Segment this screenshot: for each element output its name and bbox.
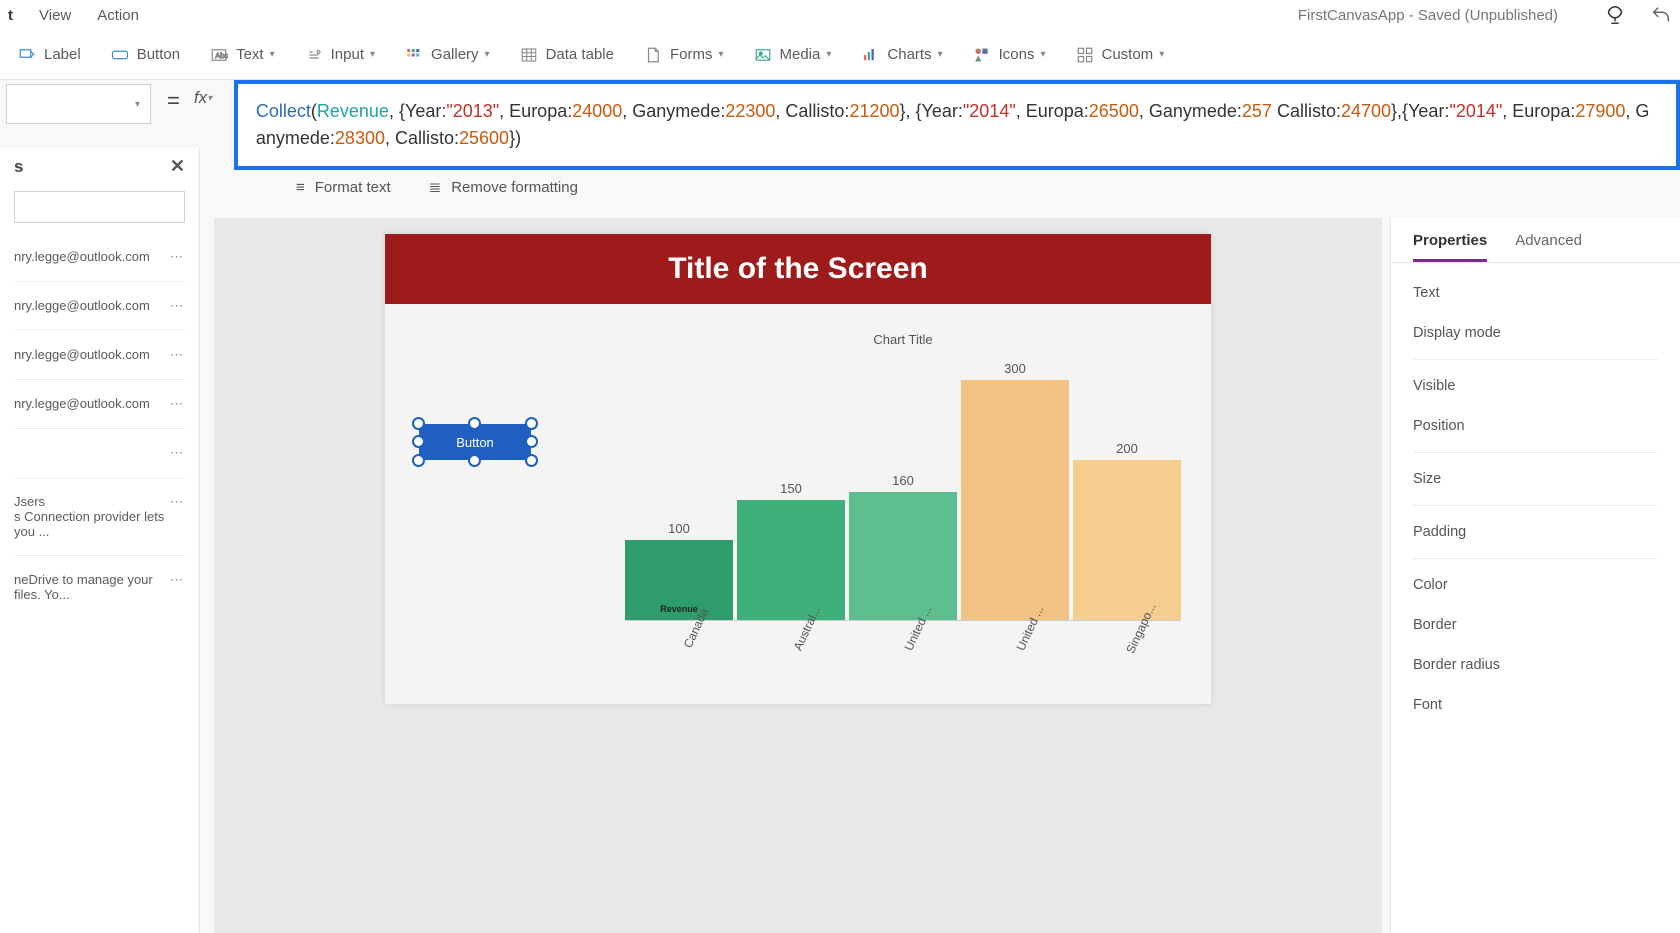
menu-item-action[interactable]: Action bbox=[97, 7, 139, 24]
properties-panel: Properties Advanced TextDisplay mode Visi… bbox=[1390, 218, 1680, 933]
menu-item[interactable]: t bbox=[8, 7, 13, 24]
property-row[interactable]: Display mode bbox=[1413, 313, 1658, 353]
screen-title: Title of the Screen bbox=[385, 234, 1211, 304]
svg-text:Abc: Abc bbox=[215, 51, 228, 60]
button-text: Button bbox=[456, 435, 494, 450]
data-source-item[interactable]: nry.legge@outlook.com⋯ bbox=[14, 281, 185, 330]
resize-handle[interactable] bbox=[412, 435, 425, 448]
menu-item-view[interactable]: View bbox=[39, 7, 71, 24]
resize-handle[interactable] bbox=[525, 454, 538, 467]
canvas-button-control[interactable]: Button bbox=[419, 424, 531, 460]
resize-handle[interactable] bbox=[412, 454, 425, 467]
ribbon-input[interactable]: Input▾ bbox=[305, 46, 375, 64]
ribbon-icons[interactable]: Icons▾ bbox=[973, 46, 1046, 64]
item-menu-icon[interactable]: ⋯ bbox=[170, 494, 185, 510]
panel-search[interactable] bbox=[14, 191, 185, 223]
bar-value-label: 300 bbox=[1004, 361, 1026, 376]
app-title: FirstCanvasApp - Saved (Unpublished) bbox=[1298, 7, 1558, 24]
ribbon-text[interactable]: AbcText▾ bbox=[210, 46, 275, 64]
panel-title: s bbox=[14, 157, 23, 177]
ribbon-gallery[interactable]: Gallery▾ bbox=[405, 46, 490, 64]
chart-bar[interactable]: 160 bbox=[849, 473, 957, 620]
ribbon-button[interactable]: Button bbox=[111, 46, 180, 64]
resize-handle[interactable] bbox=[525, 417, 538, 430]
property-row[interactable]: Text bbox=[1413, 273, 1658, 313]
ribbon-label[interactable]: Label bbox=[18, 46, 81, 64]
app-screen[interactable]: Title of the Screen Button Chart Title 1… bbox=[385, 234, 1211, 704]
formula-input[interactable]: Collect(Revenue, {Year:"2013", Europa:24… bbox=[234, 80, 1680, 170]
fx-label[interactable]: fx▾ bbox=[190, 80, 234, 116]
item-menu-icon[interactable]: ⋯ bbox=[170, 396, 185, 412]
property-row[interactable]: Border radius bbox=[1413, 645, 1658, 685]
property-row[interactable]: Color bbox=[1413, 565, 1658, 605]
property-row[interactable]: Visible bbox=[1413, 366, 1658, 406]
property-row[interactable]: Size bbox=[1413, 459, 1658, 499]
resize-handle[interactable] bbox=[412, 417, 425, 430]
data-source-item[interactable]: Jsers s Connection provider lets you ...… bbox=[14, 477, 185, 555]
format-row: ≡Format text ≣Remove formatting bbox=[0, 170, 1680, 204]
chart-title: Chart Title bbox=[625, 332, 1181, 347]
resize-handle[interactable] bbox=[525, 435, 538, 448]
data-source-item[interactable]: ⋯ bbox=[14, 428, 185, 477]
preview-icon[interactable] bbox=[1604, 4, 1626, 26]
data-sources-panel: s ✕ nry.legge@outlook.com⋯nry.legge@outl… bbox=[0, 148, 200, 933]
item-menu-icon[interactable]: ⋯ bbox=[170, 347, 185, 363]
property-row[interactable]: Position bbox=[1413, 406, 1658, 446]
resize-handle[interactable] bbox=[468, 454, 481, 467]
bar-value-label: 100 bbox=[668, 521, 690, 536]
bar-value-label: 200 bbox=[1116, 441, 1138, 456]
bar-value-label: 160 bbox=[892, 473, 914, 488]
close-icon[interactable]: ✕ bbox=[170, 156, 185, 177]
data-source-item[interactable]: nry.legge@outlook.com⋯ bbox=[14, 379, 185, 428]
remove-formatting-button[interactable]: ≣Remove formatting bbox=[429, 178, 578, 196]
item-menu-icon[interactable]: ⋯ bbox=[170, 249, 185, 265]
chart-bar[interactable]: 150 bbox=[737, 481, 845, 620]
data-source-item[interactable]: nry.legge@outlook.com⋯ bbox=[14, 233, 185, 281]
formula-bar: ▾ = fx▾ Collect(Revenue, {Year:"2013", E… bbox=[0, 80, 1680, 170]
chart-bar[interactable]: 100Revenue bbox=[625, 521, 733, 620]
insert-ribbon: Label Button AbcText▾ Input▾ Gallery▾ Da… bbox=[0, 30, 1680, 80]
property-row[interactable]: Font bbox=[1413, 685, 1658, 725]
data-source-item[interactable]: nry.legge@outlook.com⋯ bbox=[14, 330, 185, 379]
data-source-item[interactable]: neDrive to manage your files. Yo...⋯ bbox=[14, 555, 185, 618]
tab-advanced[interactable]: Advanced bbox=[1515, 232, 1582, 262]
item-menu-icon[interactable]: ⋯ bbox=[170, 445, 185, 461]
format-icon: ≡ bbox=[296, 179, 305, 196]
ribbon-media[interactable]: Media▾ bbox=[754, 46, 832, 64]
ribbon-charts[interactable]: Charts▾ bbox=[861, 46, 942, 64]
column-chart[interactable]: Chart Title 100Revenue150160300200 Canad… bbox=[625, 332, 1181, 694]
property-row[interactable]: Border bbox=[1413, 605, 1658, 645]
undo-icon[interactable] bbox=[1650, 4, 1672, 26]
remove-format-icon: ≣ bbox=[429, 178, 442, 196]
bar-value-label: 150 bbox=[780, 481, 802, 496]
equals-sign: = bbox=[157, 80, 190, 122]
resize-handle[interactable] bbox=[468, 417, 481, 430]
item-menu-icon[interactable]: ⋯ bbox=[170, 572, 185, 588]
menu-bar: t View Action FirstCanvasApp - Saved (Un… bbox=[0, 0, 1680, 30]
ribbon-forms[interactable]: Forms▾ bbox=[644, 46, 724, 64]
canvas[interactable]: Title of the Screen Button Chart Title 1… bbox=[214, 218, 1382, 933]
property-row[interactable]: Padding bbox=[1413, 512, 1658, 552]
tab-properties[interactable]: Properties bbox=[1413, 232, 1487, 262]
ribbon-custom[interactable]: Custom▾ bbox=[1076, 46, 1165, 64]
format-text-button[interactable]: ≡Format text bbox=[296, 178, 391, 196]
property-selector[interactable]: ▾ bbox=[6, 84, 151, 124]
ribbon-datatable[interactable]: Data table bbox=[520, 46, 614, 64]
item-menu-icon[interactable]: ⋯ bbox=[170, 298, 185, 314]
